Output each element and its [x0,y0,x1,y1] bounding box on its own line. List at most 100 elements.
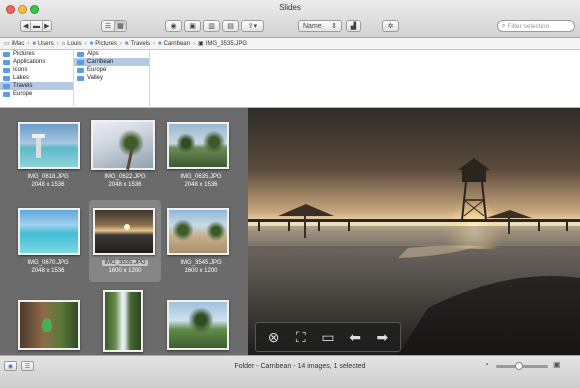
window-title: Slides [279,3,301,12]
settings-button[interactable]: ✲ [382,20,399,32]
sort-selected-label: Name [303,22,322,30]
breadcrumb-item[interactable]: ■ Pictures › [90,41,125,47]
browser-item-selected[interactable]: Travels [0,82,73,90]
thumbnail-item[interactable] [165,288,237,355]
browser-item[interactable]: Applications [0,58,73,66]
thumbnail-name: IMG_0618.JPG [27,174,69,180]
list-view-icon[interactable]: ☰ [102,21,114,31]
thumbnail-grid: IMG_0618.JPG 2048 x 1536 IMG_0622.JPG 20… [0,108,248,355]
thumbnail-item[interactable]: IMG_0622.JPG 2048 x 1536 [89,118,161,200]
thumbnail-size: 2048 x 1536 [184,182,218,188]
list-icon: ☰ [24,363,31,370]
browser-item[interactable]: Europe [74,66,149,74]
status-bar: ◉ ☰ Folder - Carribean - 14 images, 1 se… [0,355,580,388]
next-image-button[interactable]: ➡ [372,327,392,347]
quick-look-button[interactable]: ◉ [165,20,182,32]
browser-item[interactable]: Pictures [0,50,73,58]
breadcrumb-item[interactable]: ▭ iMac › [4,40,32,48]
browser-item[interactable]: Icons [0,66,73,74]
eye-icon: ◉ [170,23,177,30]
folder-icon [3,91,10,97]
thumbnail-image[interactable] [167,122,229,169]
thumbnail-item[interactable] [89,288,161,355]
forward-icon[interactable]: ▶ [41,21,51,31]
breadcrumb-item[interactable]: ▣ IMG_3535.JPG [198,40,247,48]
thumbnail-image[interactable] [167,208,229,255]
fit-window-button[interactable]: ▭ [318,327,338,347]
arrow-left-icon: ⬅ [349,328,362,345]
folder-icon [77,67,84,73]
status-text: Folder - Carribean - 14 images, 1 select… [234,363,366,370]
browser-item-selected[interactable]: Carribean [74,58,149,66]
back-forward-control[interactable]: ◀ ▬ ▶ [20,20,52,32]
bar-chart-icon: ▟ [350,23,357,30]
folder-icon [77,59,84,65]
browser-item[interactable]: Valley [74,74,149,82]
thumbnail-size: 1600 x 1200 [108,268,142,274]
thumbnail-image[interactable] [18,208,80,255]
zoom-slider-handle[interactable] [515,362,524,370]
folder-icon [3,67,10,73]
thumbnail-name: IMG_0635.JPG [180,174,222,180]
thumbnail-name: IMG_0670.JPG [27,260,69,266]
menu-lines-icon[interactable]: ▬ [30,21,41,31]
thumbnail-size: 2048 x 1536 [108,182,142,188]
zoom-out-icon[interactable]: ▪ [486,362,488,368]
open-with-button[interactable]: ▤ [222,20,239,32]
breadcrumb-item[interactable]: ■ Travels › [125,41,158,47]
fullscreen-button[interactable]: ⛶ [291,327,311,347]
close-circle-icon: ⊗ [267,328,280,345]
grid-view-icon[interactable]: ▦ [113,21,126,31]
thumbnail-item[interactable]: IMG_0670.JPG 2048 x 1536 [12,202,84,284]
back-icon[interactable]: ◀ [21,21,30,31]
view-mode-control[interactable]: ☰ ▦ [101,20,127,32]
preview-controls: ⊗ ⛶ ▭ ⬅ ➡ [255,322,401,352]
browser-item[interactable]: Europe [0,90,73,98]
thumbnail-item[interactable]: IMG_0635.JPG 2048 x 1536 [165,118,237,200]
image-preview[interactable]: ⊗ ⛶ ▭ ⬅ ➡ [248,108,580,355]
info-icon: ▣ [189,23,196,30]
share-button[interactable]: ⇪▾ [241,20,264,32]
search-icon: ⌕ [502,22,506,29]
thumbnail-name: IMG_3545.JPG [180,260,222,266]
thumbnail-image[interactable] [91,120,155,171]
thumbnail-item[interactable]: IMG_3545.JPG 1600 x 1200 [165,202,237,284]
folder-icon [3,83,10,89]
thumbnail-size: 2048 x 1536 [31,268,65,274]
share-icon: ⇪▾ [247,23,258,30]
thumbnail-name: IMG_0622.JPG [104,174,146,180]
previous-image-button[interactable]: ⬅ [345,327,365,347]
arrow-right-icon: ➡ [376,328,389,345]
folder-icon: ■ [32,40,36,47]
breadcrumb-item[interactable]: ■ Users › [32,41,61,47]
thumbnail-image[interactable] [103,290,143,352]
browser-item[interactable]: Alps [74,50,149,58]
zoom-in-icon[interactable]: ▣ [553,360,561,369]
close-preview-button[interactable]: ⊗ [264,327,284,347]
eye-icon: ◉ [7,363,14,370]
column-browser: Pictures Applications Icons Lakes Travel… [0,50,580,108]
folder-icon [77,75,84,81]
thumbnail-image[interactable] [167,300,229,350]
breadcrumb-item[interactable]: ■ Carribean › [158,41,198,47]
search-field[interactable]: ⌕ [497,20,575,32]
folder-icon [77,51,84,57]
titlebar: Slides ◀ ▬ ▶ ☰ ▦ ◉ ▣ ▥ ▤ ⇪▾ Name ⇕ ▟ ✲ ⌕ [0,0,580,38]
sort-select[interactable]: Name ⇕ [298,20,342,32]
search-input[interactable] [507,22,570,30]
sort-order-button[interactable]: ▟ [346,20,361,32]
browser-item[interactable]: Lakes [0,74,73,82]
delete-button[interactable]: ▥ [203,20,220,32]
breadcrumb-item[interactable]: ⌂ Louis › [62,41,90,47]
thumbnail-item[interactable] [12,288,84,355]
thumbnail-item-selected[interactable]: IMG_3535.JPG 1600 x 1200 [89,200,161,282]
thumbnail-image[interactable] [18,300,80,350]
folder-icon [3,59,10,65]
breadcrumb: ▭ iMac › ■ Users › ⌂ Louis › ■ Pictures › ■ Trave… [0,38,580,50]
thumbnail-image[interactable] [93,208,155,255]
info-button[interactable]: ▣ [184,20,201,32]
toggle-preview-button[interactable]: ◉ [4,361,17,371]
thumbnail-item[interactable]: IMG_0618.JPG 2048 x 1536 [12,118,84,200]
toggle-browser-button[interactable]: ☰ [21,361,34,371]
thumbnail-image[interactable] [18,122,80,169]
